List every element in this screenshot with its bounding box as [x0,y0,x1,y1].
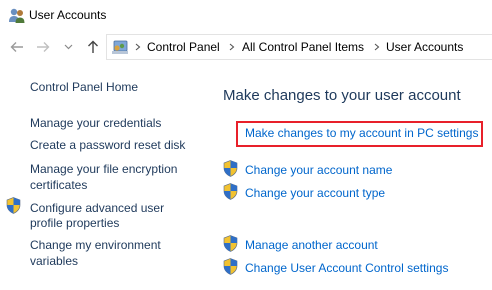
breadcrumb-user-accounts[interactable]: User Accounts [386,40,463,54]
breadcrumb-separator-icon [227,40,237,54]
recent-locations-button[interactable] [62,38,74,56]
breadcrumb-separator-icon [133,40,143,54]
back-button[interactable] [8,38,26,56]
uac-shield-icon [6,197,21,214]
page-heading: Make changes to your user account [223,87,461,104]
sidebar-configure-advanced-profile-line1[interactable]: Configure advanced user [30,200,164,216]
uac-shield-icon [223,160,238,177]
change-account-name-link[interactable]: Change your account name [245,162,392,178]
sidebar-configure-advanced-profile-line2[interactable]: profile properties [30,215,119,231]
arrow-up-icon [88,40,98,53]
arrow-right-icon [37,42,50,52]
breadcrumb-separator-icon [372,40,382,54]
uac-shield-icon [223,258,238,275]
address-bar[interactable]: Control Panel All Control Panel Items Us… [106,34,492,60]
chevron-down-icon [64,44,72,50]
change-account-type-link[interactable]: Change your account type [245,185,385,201]
uac-shield-icon [223,235,238,252]
forward-button[interactable] [34,38,52,56]
sidebar-manage-file-encryption-line1[interactable]: Manage your file encryption [30,161,177,177]
sidebar-control-panel-home[interactable]: Control Panel Home [30,79,138,95]
control-panel-icon [111,39,129,55]
uac-shield-icon [223,183,238,200]
manage-another-account-link[interactable]: Manage another account [245,237,378,253]
window-title: User Accounts [29,8,107,22]
breadcrumb-control-panel[interactable]: Control Panel [147,40,220,54]
sidebar-manage-file-encryption-line2[interactable]: certificates [30,177,87,193]
sidebar-change-environment-variables-line2[interactable]: variables [30,253,78,269]
title-bar: User Accounts [0,0,492,32]
sidebar-manage-credentials[interactable]: Manage your credentials [30,115,161,131]
sidebar-create-password-reset-disk[interactable]: Create a password reset disk [30,137,185,153]
arrow-left-icon [10,42,23,52]
sidebar-change-environment-variables-line1[interactable]: Change my environment [30,237,161,253]
change-uac-settings-link[interactable]: Change User Account Control settings [245,260,448,276]
user-accounts-icon [8,7,26,23]
up-button[interactable] [84,38,102,56]
breadcrumb-all-control-panel-items[interactable]: All Control Panel Items [242,40,364,54]
pc-settings-link[interactable]: Make changes to my account in PC setting… [245,125,478,141]
